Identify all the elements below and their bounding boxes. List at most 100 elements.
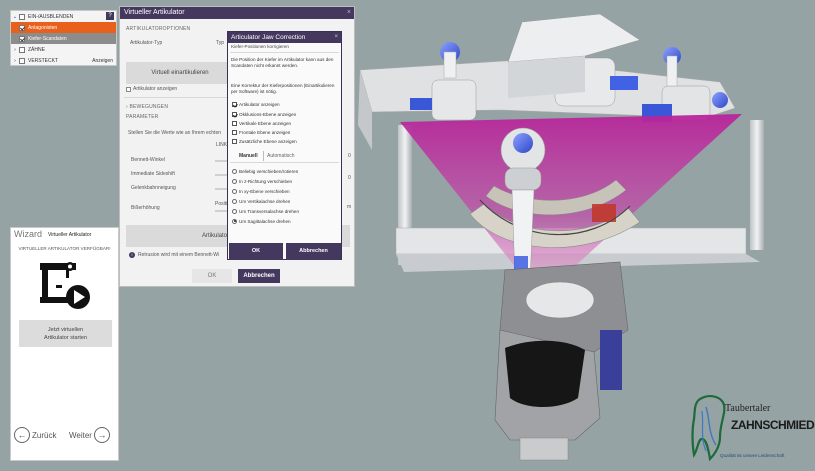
param-condylar-inclination: Gelenkbahnneigung bbox=[131, 185, 176, 191]
info-text: Retrusion wird mit einem Bennett-Wi bbox=[138, 252, 220, 258]
section-label: ZÄHNE bbox=[28, 46, 45, 53]
checkbox-jaw-scans[interactable] bbox=[19, 35, 25, 42]
value-clip: 0 bbox=[348, 153, 351, 159]
section-label: VERSTECKT bbox=[28, 57, 59, 64]
condylar-slider[interactable] bbox=[215, 188, 227, 190]
checkbox-additional-plane[interactable]: Zusätzliche Ebene anzeigen bbox=[232, 138, 297, 145]
section-parameters: PARAMETER bbox=[126, 114, 159, 120]
wizard-subtitle: Virtueller Artikulator bbox=[48, 232, 92, 238]
radio[interactable] bbox=[232, 198, 237, 204]
next-button[interactable]: Weiter → bbox=[69, 427, 110, 443]
back-button[interactable]: ← Zurück bbox=[14, 427, 56, 443]
checkbox-show-articulator[interactable]: Artikulator anzeigen bbox=[232, 101, 280, 108]
description-1: Die Position der Kiefer im Artikulator k… bbox=[231, 57, 334, 68]
parameter-hint: Stellen Sie die Werte wie an Ihrem echte… bbox=[128, 130, 222, 136]
checkbox-vertical-plane[interactable]: Vertikale Ebene anzeigen bbox=[232, 120, 291, 127]
dialog-subtitle: Kiefer-Positionen korrigieren bbox=[231, 44, 289, 49]
value-clip: 0 bbox=[348, 175, 351, 181]
radio-transversal-axis[interactable]: Um Transversalachse drehen bbox=[232, 207, 299, 215]
radio[interactable] bbox=[232, 188, 237, 194]
radio-z-direction[interactable]: In z-Richtung verschieben bbox=[232, 177, 292, 185]
position-label: Positi bbox=[215, 201, 228, 207]
arrow-left-icon: ← bbox=[14, 427, 30, 443]
item-antagonists[interactable]: Antagonisten bbox=[11, 22, 116, 33]
divider bbox=[230, 52, 339, 53]
radio-label: Um Sagittalachse drehen bbox=[239, 218, 291, 224]
start-line-2: Artikulator starten bbox=[43, 335, 88, 341]
checkbox[interactable] bbox=[232, 139, 237, 144]
jaw-correction-dialog: Articulator Jaw Correction × Kiefer-Posi… bbox=[227, 31, 342, 260]
radio[interactable] bbox=[232, 178, 237, 184]
checkbox-occlusal-plane[interactable]: Okklusions-Ebene anzeigen bbox=[232, 111, 296, 118]
show-articulator-row[interactable]: Artikulator anzeigen bbox=[126, 86, 177, 92]
checkbox[interactable] bbox=[232, 112, 237, 117]
section-teeth[interactable]: › ZÄHNE bbox=[11, 44, 116, 55]
logo-tagline: Qualität ist unsere Leidenschaft bbox=[720, 453, 785, 458]
section-movements[interactable]: › BEWEGUNGEN bbox=[126, 104, 168, 110]
radio-label: In z-Richtung verschieben bbox=[239, 178, 293, 184]
create-virtual-button[interactable]: Virtuell einartikulieren bbox=[126, 62, 234, 84]
radio[interactable] bbox=[232, 168, 237, 174]
checkbox-hidden[interactable] bbox=[19, 57, 25, 64]
radio-free-move[interactable]: Beliebig verschieben/rotieren bbox=[232, 167, 298, 175]
checkbox[interactable] bbox=[232, 121, 237, 126]
checkbox-frontal-plane[interactable]: Frontale Ebene anzeigen bbox=[232, 129, 290, 136]
item-label: Kiefer-Scandaten bbox=[28, 35, 67, 42]
cancel-button[interactable]: Abbrechen bbox=[286, 243, 341, 260]
divider bbox=[230, 162, 339, 163]
articulator-lower-base bbox=[494, 261, 629, 461]
ok-button[interactable]: OK bbox=[192, 269, 232, 283]
dialog-title: Virtueller Artikulator bbox=[120, 7, 354, 19]
bennett-angle-slider[interactable] bbox=[215, 160, 227, 162]
radio[interactable] bbox=[232, 208, 237, 214]
radio-sagittal-axis[interactable]: Um Sagittalachse drehen bbox=[232, 217, 291, 225]
section-articulator-options: ARTIKULATOROPTIONEN bbox=[126, 26, 191, 32]
description-2: Eine Korrektur der Kieferpositionen (Ein… bbox=[231, 83, 335, 94]
help-button[interactable]: ? bbox=[106, 12, 114, 20]
tab-automatic[interactable]: Automatisch bbox=[267, 153, 295, 159]
cancel-button[interactable]: Abbrechen bbox=[238, 269, 280, 283]
next-label: Weiter bbox=[69, 430, 92, 440]
radio-xy-plane[interactable]: In xy-Ebene verschieben bbox=[232, 187, 290, 195]
radio-label: Um Vertikalachse drehen bbox=[239, 198, 291, 204]
radio-vertical-axis[interactable]: Um Vertikalachse drehen bbox=[232, 197, 290, 205]
show-articulator-label: Artikulator anzeigen bbox=[133, 86, 178, 92]
arrow-right-icon: → bbox=[93, 427, 110, 443]
item-jaw-scans[interactable]: Kiefer-Scandaten bbox=[11, 33, 116, 44]
info-icon: i bbox=[129, 252, 135, 258]
checkbox-label: Okklusions-Ebene anzeigen bbox=[239, 112, 297, 117]
checkbox-label: Artikulator anzeigen bbox=[239, 102, 280, 107]
ok-button[interactable]: OK bbox=[229, 243, 283, 260]
checkbox[interactable] bbox=[232, 102, 237, 107]
section-show-hide[interactable]: ⌄ EIN-/AUSBLENDEN bbox=[11, 11, 116, 22]
close-icon[interactable]: × bbox=[347, 7, 351, 19]
checkbox[interactable] bbox=[19, 13, 25, 20]
checkbox[interactable] bbox=[232, 130, 237, 135]
tab-manual[interactable]: Manuell bbox=[239, 153, 258, 159]
start-line-1: Jetzt virtuellen bbox=[47, 327, 84, 333]
close-icon[interactable]: × bbox=[334, 32, 338, 43]
start-virtual-articulator-button[interactable]: Jetzt virtuellen Artikulator starten bbox=[19, 320, 112, 347]
chevron-down-icon: ⌄ bbox=[12, 13, 18, 20]
show-link[interactable]: Anzeigen bbox=[92, 58, 113, 64]
bite-raise-slider[interactable] bbox=[215, 210, 227, 212]
radio-selected[interactable] bbox=[232, 218, 237, 224]
sideshift-slider[interactable] bbox=[215, 174, 227, 176]
type-select[interactable]: Typ bbox=[216, 40, 224, 46]
section-hidden[interactable]: › VERSTECKT Anzeigen bbox=[11, 55, 116, 66]
visibility-panel: ⌄ EIN-/AUSBLENDEN ? Antagonisten Kiefer-… bbox=[10, 10, 117, 66]
checkbox-teeth[interactable] bbox=[19, 46, 25, 53]
wizard-status: VIRTUELLER ARTIKULATOR VERFÜGBAR! bbox=[18, 246, 111, 251]
section-label: EIN-/AUSBLENDEN bbox=[28, 13, 74, 20]
wizard-panel: Wizard Virtueller Artikulator VIRTUELLER… bbox=[10, 227, 119, 461]
divider bbox=[263, 151, 264, 161]
type-label: Artikulator-Typ bbox=[130, 40, 163, 46]
chevron-right-icon: › bbox=[14, 46, 16, 53]
company-logo: Taubertaler ZAHNSCHMIEDE Qualität ist un… bbox=[690, 393, 815, 465]
divider bbox=[124, 97, 228, 98]
param-bite-raise: Bißerhöhung bbox=[131, 205, 160, 211]
wizard-title: Wizard bbox=[14, 229, 43, 239]
checkbox-label: Frontale Ebene anzeigen bbox=[239, 130, 291, 135]
checkbox[interactable] bbox=[126, 86, 131, 92]
checkbox-antagonists[interactable] bbox=[19, 24, 25, 31]
